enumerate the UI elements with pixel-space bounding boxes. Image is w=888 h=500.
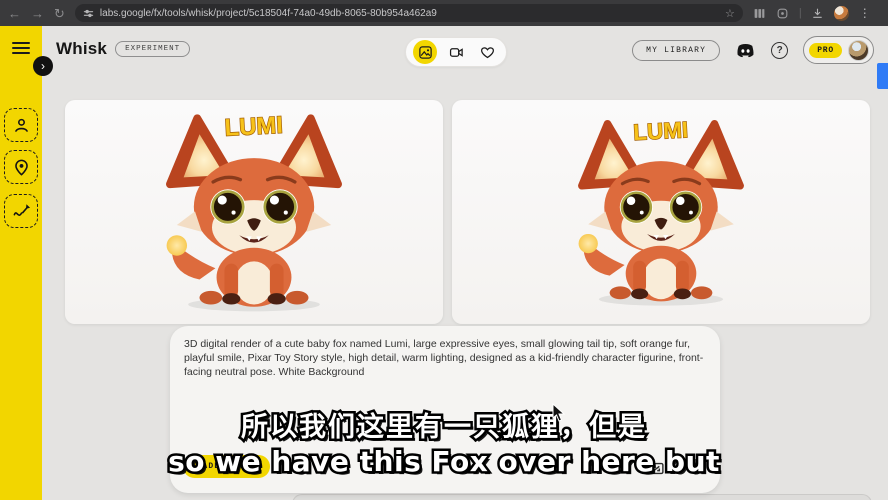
- sidebar-item-style[interactable]: [4, 194, 38, 228]
- browser-toolbar: ← → ↻ labs.google/fx/tools/whisk/project…: [0, 0, 888, 26]
- download-icon[interactable]: [811, 6, 825, 20]
- pro-badge: PRO: [809, 43, 842, 58]
- generated-image-left[interactable]: [65, 100, 443, 324]
- next-panel-edge: [292, 494, 872, 500]
- favorites-mode-button[interactable]: [475, 40, 499, 64]
- add-image-button[interactable]: › ADD IMAGE: [183, 455, 270, 478]
- experiment-badge: EXPERIMENT: [115, 41, 190, 57]
- browser-actions: | ⋮: [753, 6, 872, 21]
- image-icon: [418, 45, 433, 60]
- screen: ← → ↻ labs.google/fx/tools/whisk/project…: [0, 0, 888, 500]
- menu-icon[interactable]: [12, 42, 30, 54]
- browser-menu-icon[interactable]: ⋮: [858, 6, 872, 20]
- sidebar: [0, 26, 42, 500]
- reload-icon[interactable]: ↻: [54, 7, 65, 20]
- prompt-panel: 3D digital render of a cute baby fox nam…: [170, 326, 720, 493]
- fox-illustration-right: [543, 113, 779, 311]
- video-mode-button[interactable]: [444, 40, 468, 64]
- tab-groups-icon[interactable]: [753, 6, 767, 20]
- bookmark-star-icon[interactable]: ☆: [725, 7, 735, 20]
- sidebar-collapse-button[interactable]: ›: [33, 56, 53, 76]
- browser-profile-avatar[interactable]: [834, 6, 849, 21]
- discord-icon[interactable]: [735, 40, 756, 61]
- heart-icon: [480, 45, 495, 60]
- style-scribble-icon: [12, 202, 31, 221]
- fox-illustration-left: [129, 107, 379, 317]
- extensions-icon[interactable]: [776, 6, 790, 20]
- mode-switcher: [405, 37, 507, 67]
- page-title: Whisk: [56, 39, 107, 59]
- sidebar-item-subject[interactable]: [4, 108, 38, 142]
- sidebar-item-scene[interactable]: [4, 150, 38, 184]
- image-mode-button[interactable]: [413, 40, 437, 64]
- url-bar[interactable]: labs.google/fx/tools/whisk/project/5c185…: [75, 4, 743, 22]
- back-icon[interactable]: ←: [8, 7, 21, 20]
- aspect-ratio-icon[interactable]: [648, 460, 665, 477]
- generated-image-right[interactable]: [452, 100, 870, 324]
- app-header: Whisk EXPERIMENT MY LIBRARY: [42, 26, 888, 72]
- person-icon: [12, 116, 31, 135]
- toolbar-separator: |: [799, 7, 802, 19]
- prompt-text[interactable]: 3D digital render of a cute baby fox nam…: [184, 337, 708, 380]
- forward-icon[interactable]: →: [31, 7, 44, 20]
- account-pill[interactable]: PRO: [803, 36, 874, 64]
- location-pin-icon: [12, 158, 31, 177]
- user-avatar[interactable]: [848, 40, 869, 61]
- tune-settings-icon[interactable]: [689, 460, 706, 477]
- help-button[interactable]: ?: [771, 42, 788, 59]
- add-image-arrow-icon: ›: [193, 461, 196, 472]
- site-info-icon[interactable]: [83, 8, 94, 19]
- my-library-button[interactable]: MY LIBRARY: [632, 40, 720, 61]
- blue-scroll-marker: [877, 63, 888, 89]
- video-camera-icon: [449, 45, 464, 60]
- url-text[interactable]: labs.google/fx/tools/whisk/project/5c185…: [100, 8, 719, 19]
